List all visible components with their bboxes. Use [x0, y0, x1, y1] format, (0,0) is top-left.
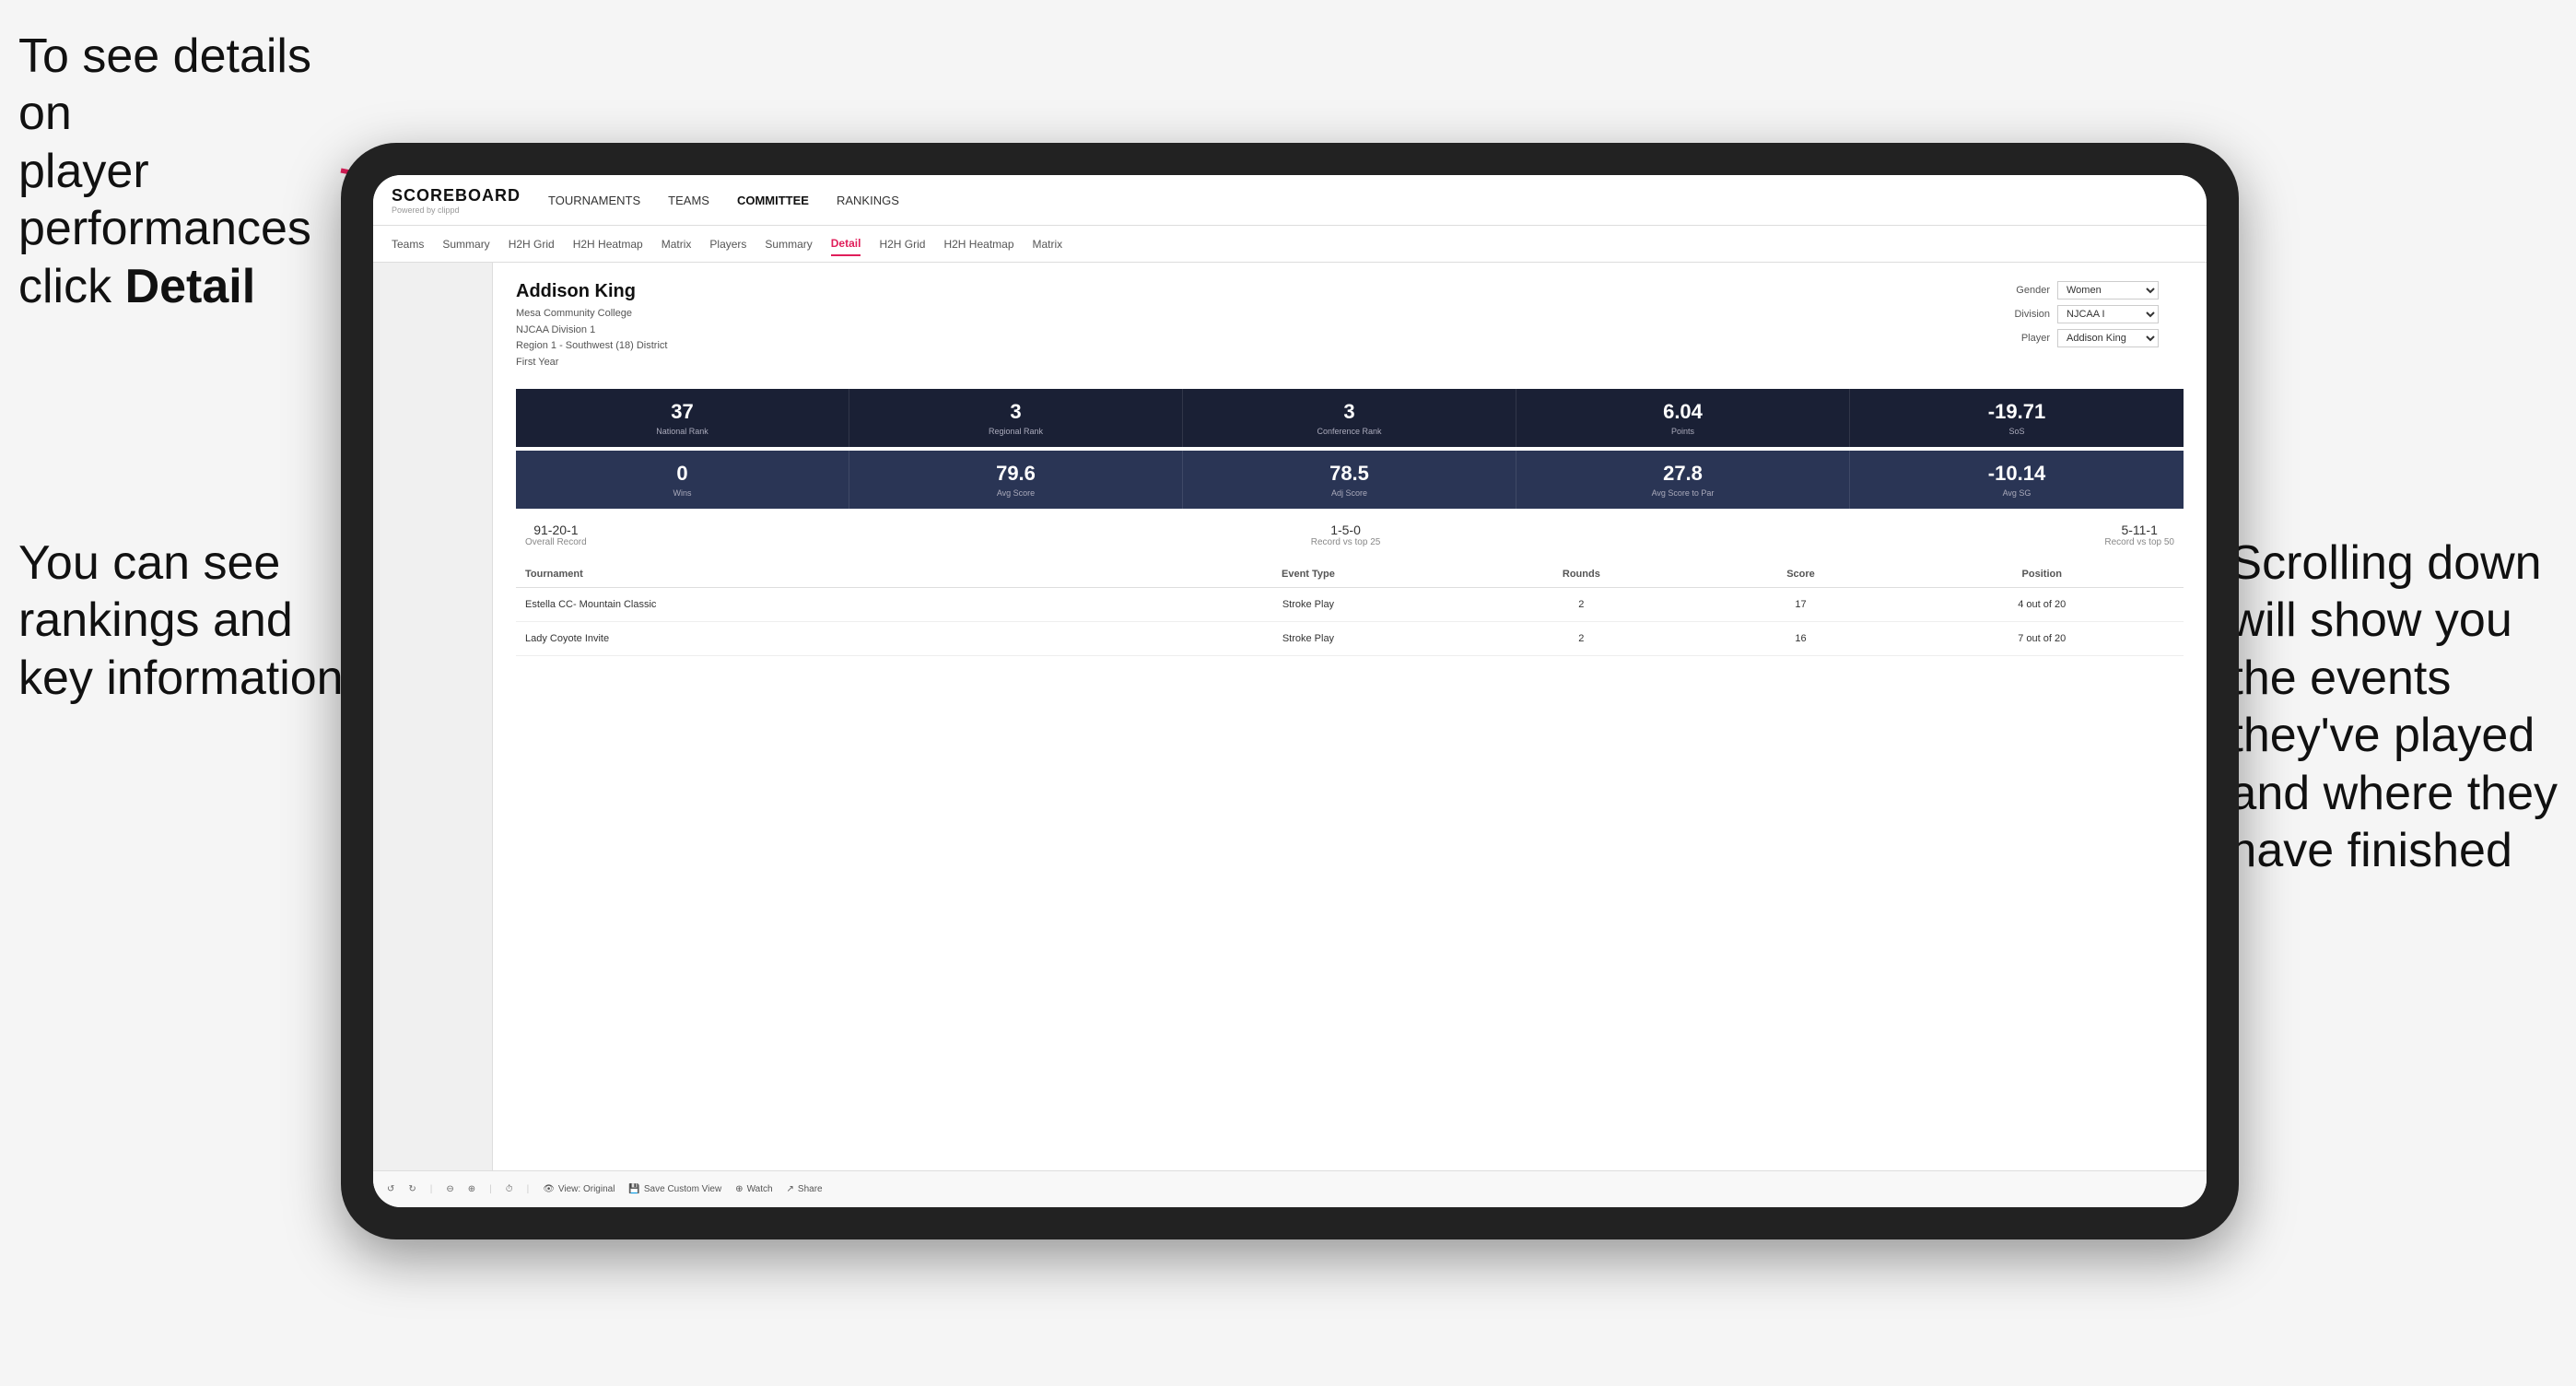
stat-avg-score: 79.6 Avg Score	[849, 451, 1183, 509]
col-event-type: Event Type	[1155, 561, 1462, 588]
save-icon: 💾	[628, 1184, 639, 1194]
tablet-screen: SCOREBOARD Powered by clippd TOURNAMENTS…	[373, 175, 2207, 1207]
tab-summary[interactable]: Summary	[442, 233, 489, 255]
record-top50: 5-11-1 Record vs top 50	[2104, 523, 2174, 547]
gender-select[interactable]: Women	[2057, 281, 2159, 300]
row2-score: 16	[1702, 622, 1901, 656]
stat-regional-rank: 3 Regional Rank	[849, 389, 1183, 447]
toolbar-zoom-in[interactable]: ⊕	[468, 1184, 475, 1194]
toolbar-redo[interactable]: ↻	[408, 1184, 416, 1194]
row2-event-type: Stroke Play	[1155, 622, 1462, 656]
annotation-top-left: To see details on player performances cl…	[18, 28, 369, 315]
player-info-section: Addison King Mesa Community College NJCA…	[516, 281, 2184, 370]
player-details: Addison King Mesa Community College NJCA…	[516, 281, 667, 370]
stat-conference-rank: 3 Conference Rank	[1183, 389, 1516, 447]
stat-wins: 0 Wins	[516, 451, 849, 509]
records-section: 91-20-1 Overall Record 1-5-0 Record vs t…	[516, 523, 2184, 547]
stats-grid-row2: 0 Wins 79.6 Avg Score 78.5 Adj Score 27.…	[516, 451, 2184, 509]
division-filter-row: Division NJCAA I	[1999, 305, 2184, 323]
col-position: Position	[1900, 561, 2184, 588]
record-overall: 91-20-1 Overall Record	[525, 523, 587, 547]
nav-committee[interactable]: COMMITTEE	[737, 189, 809, 212]
tab-h2h-heatmap[interactable]: H2H Heatmap	[573, 233, 643, 255]
tab-summary2[interactable]: Summary	[765, 233, 812, 255]
share-button[interactable]: ↗ Share	[787, 1184, 823, 1194]
tablet-frame: SCOREBOARD Powered by clippd TOURNAMENTS…	[341, 143, 2239, 1239]
annotation-right: Scrolling down will show you the events …	[2230, 534, 2558, 879]
content-area: Addison King Mesa Community College NJCA…	[493, 263, 2207, 1170]
stat-avg-sg: -10.14 Avg SG	[1850, 451, 2184, 509]
gender-filter-row: Gender Women	[1999, 281, 2184, 300]
tab-players[interactable]: Players	[709, 233, 746, 255]
player-school: Mesa Community College	[516, 306, 667, 323]
division-label: Division	[1999, 309, 2050, 320]
nav-rankings[interactable]: RANKINGS	[837, 189, 899, 212]
stat-sos: -19.71 SoS	[1850, 389, 2184, 447]
division-select[interactable]: NJCAA I	[2057, 305, 2159, 323]
player-division: NJCAA Division 1	[516, 323, 667, 339]
logo-text: SCOREBOARD	[392, 186, 521, 206]
tab-matrix2[interactable]: Matrix	[1033, 233, 1063, 255]
tab-detail[interactable]: Detail	[831, 232, 861, 256]
record-top25: 1-5-0 Record vs top 25	[1311, 523, 1381, 547]
player-filters: Gender Women Division NJCAA I	[1999, 281, 2184, 370]
row1-rounds: 2	[1461, 588, 1701, 622]
col-score: Score	[1702, 561, 1901, 588]
share-icon: ↗	[787, 1184, 794, 1194]
player-region: Region 1 - Southwest (18) District	[516, 338, 667, 355]
tab-h2h-grid2[interactable]: H2H Grid	[879, 233, 925, 255]
row2-position: 7 out of 20	[1900, 622, 2184, 656]
watch-button[interactable]: ⊕ Watch	[735, 1184, 772, 1194]
sub-nav: Teams Summary H2H Grid H2H Heatmap Matri…	[373, 226, 2207, 263]
row1-score: 17	[1702, 588, 1901, 622]
table-row: Estella CC- Mountain Classic Stroke Play…	[516, 588, 2184, 622]
row2-rounds: 2	[1461, 622, 1701, 656]
nav-items: TOURNAMENTS TEAMS COMMITTEE RANKINGS	[548, 189, 899, 212]
tab-h2h-heatmap2[interactable]: H2H Heatmap	[943, 233, 1013, 255]
tab-h2h-grid[interactable]: H2H Grid	[509, 233, 555, 255]
toolbar-clock[interactable]: ⏱	[506, 1184, 513, 1194]
player-filter-row: Player Addison King	[1999, 329, 2184, 347]
main-content: Addison King Mesa Community College NJCA…	[373, 263, 2207, 1170]
view-original-button[interactable]: 👁 View: Original	[543, 1184, 615, 1194]
scoreboard-logo: SCOREBOARD Powered by clippd	[392, 186, 521, 215]
tab-matrix[interactable]: Matrix	[662, 233, 692, 255]
left-sidebar	[373, 263, 493, 1170]
toolbar-zoom-out[interactable]: ⊖	[446, 1184, 453, 1194]
save-custom-view-button[interactable]: 💾 Save Custom View	[628, 1184, 721, 1194]
player-year: First Year	[516, 355, 667, 371]
view-icon: 👁	[543, 1184, 555, 1194]
col-rounds: Rounds	[1461, 561, 1701, 588]
tournament-table: Tournament Event Type Rounds Score Posit…	[516, 561, 2184, 656]
top-nav: SCOREBOARD Powered by clippd TOURNAMENTS…	[373, 175, 2207, 226]
powered-by: Powered by clippd	[392, 206, 521, 215]
stat-points: 6.04 Points	[1516, 389, 1850, 447]
nav-teams[interactable]: TEAMS	[668, 189, 709, 212]
player-select[interactable]: Addison King	[2057, 329, 2159, 347]
tab-teams[interactable]: Teams	[392, 233, 424, 255]
gender-label: Gender	[1999, 285, 2050, 296]
row1-event-type: Stroke Play	[1155, 588, 1462, 622]
stat-adj-score: 78.5 Adj Score	[1183, 451, 1516, 509]
annotation-bottom-left: You can see rankings and key information	[18, 534, 344, 707]
table-row: Lady Coyote Invite Stroke Play 2 16 7 ou…	[516, 622, 2184, 656]
player-name: Addison King	[516, 281, 667, 302]
player-label: Player	[1999, 333, 2050, 344]
row2-tournament: Lady Coyote Invite	[516, 622, 1155, 656]
col-tournament: Tournament	[516, 561, 1155, 588]
row1-position: 4 out of 20	[1900, 588, 2184, 622]
stat-avg-score-par: 27.8 Avg Score to Par	[1516, 451, 1850, 509]
watch-icon: ⊕	[735, 1184, 743, 1194]
stats-grid-row1: 37 National Rank 3 Regional Rank 3 Confe…	[516, 389, 2184, 447]
stat-national-rank: 37 National Rank	[516, 389, 849, 447]
toolbar-undo[interactable]: ↺	[387, 1184, 394, 1194]
bottom-toolbar: ↺ ↻ | ⊖ ⊕ | ⏱ | 👁 View: Original 💾 Save …	[373, 1170, 2207, 1207]
nav-tournaments[interactable]: TOURNAMENTS	[548, 189, 640, 212]
row1-tournament: Estella CC- Mountain Classic	[516, 588, 1155, 622]
